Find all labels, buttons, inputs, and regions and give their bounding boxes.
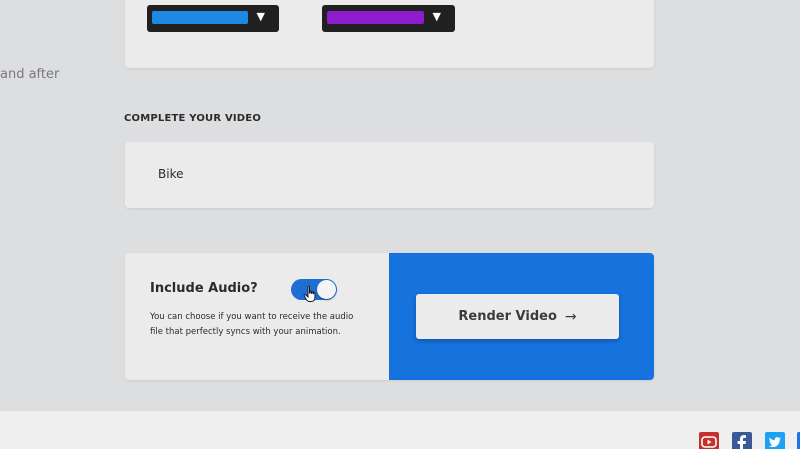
video-name-value: Bike <box>158 167 184 181</box>
render-card: Include Audio? You can choose if you wan… <box>125 253 654 380</box>
footer <box>0 411 800 449</box>
color-swatch-secondary <box>327 11 424 24</box>
toggle-knob <box>317 280 336 299</box>
render-video-label: Render Video <box>458 309 557 324</box>
section-title: COMPLETE YOUR VIDEO <box>124 113 262 124</box>
facebook-icon[interactable] <box>732 432 752 449</box>
color-picker-secondary[interactable]: ▼ <box>322 5 455 32</box>
video-name-card[interactable]: Bike <box>125 142 654 208</box>
side-text: and after <box>0 67 60 82</box>
dropdown-arrow-icon: ▼ <box>256 10 265 23</box>
include-audio-description: You can choose if you want to receive th… <box>150 312 354 337</box>
hand-cursor-icon <box>303 285 316 302</box>
include-audio-label: Include Audio? <box>150 281 258 296</box>
audio-panel: Include Audio? You can choose if you wan… <box>125 253 389 380</box>
page: and after ▼ ▼ COMPLETE YOUR VIDEO Bike I… <box>0 0 800 449</box>
youtube-icon[interactable] <box>699 432 719 449</box>
dropdown-arrow-icon: ▼ <box>432 10 441 23</box>
render-action-panel: Render Video → <box>389 253 654 380</box>
color-picker-primary[interactable]: ▼ <box>147 5 279 32</box>
render-video-button[interactable]: Render Video → <box>416 294 619 339</box>
color-swatch-primary <box>152 11 248 24</box>
color-settings-card: ▼ ▼ <box>125 0 654 68</box>
twitter-icon[interactable] <box>765 432 785 449</box>
arrow-right-icon: → <box>564 308 577 325</box>
